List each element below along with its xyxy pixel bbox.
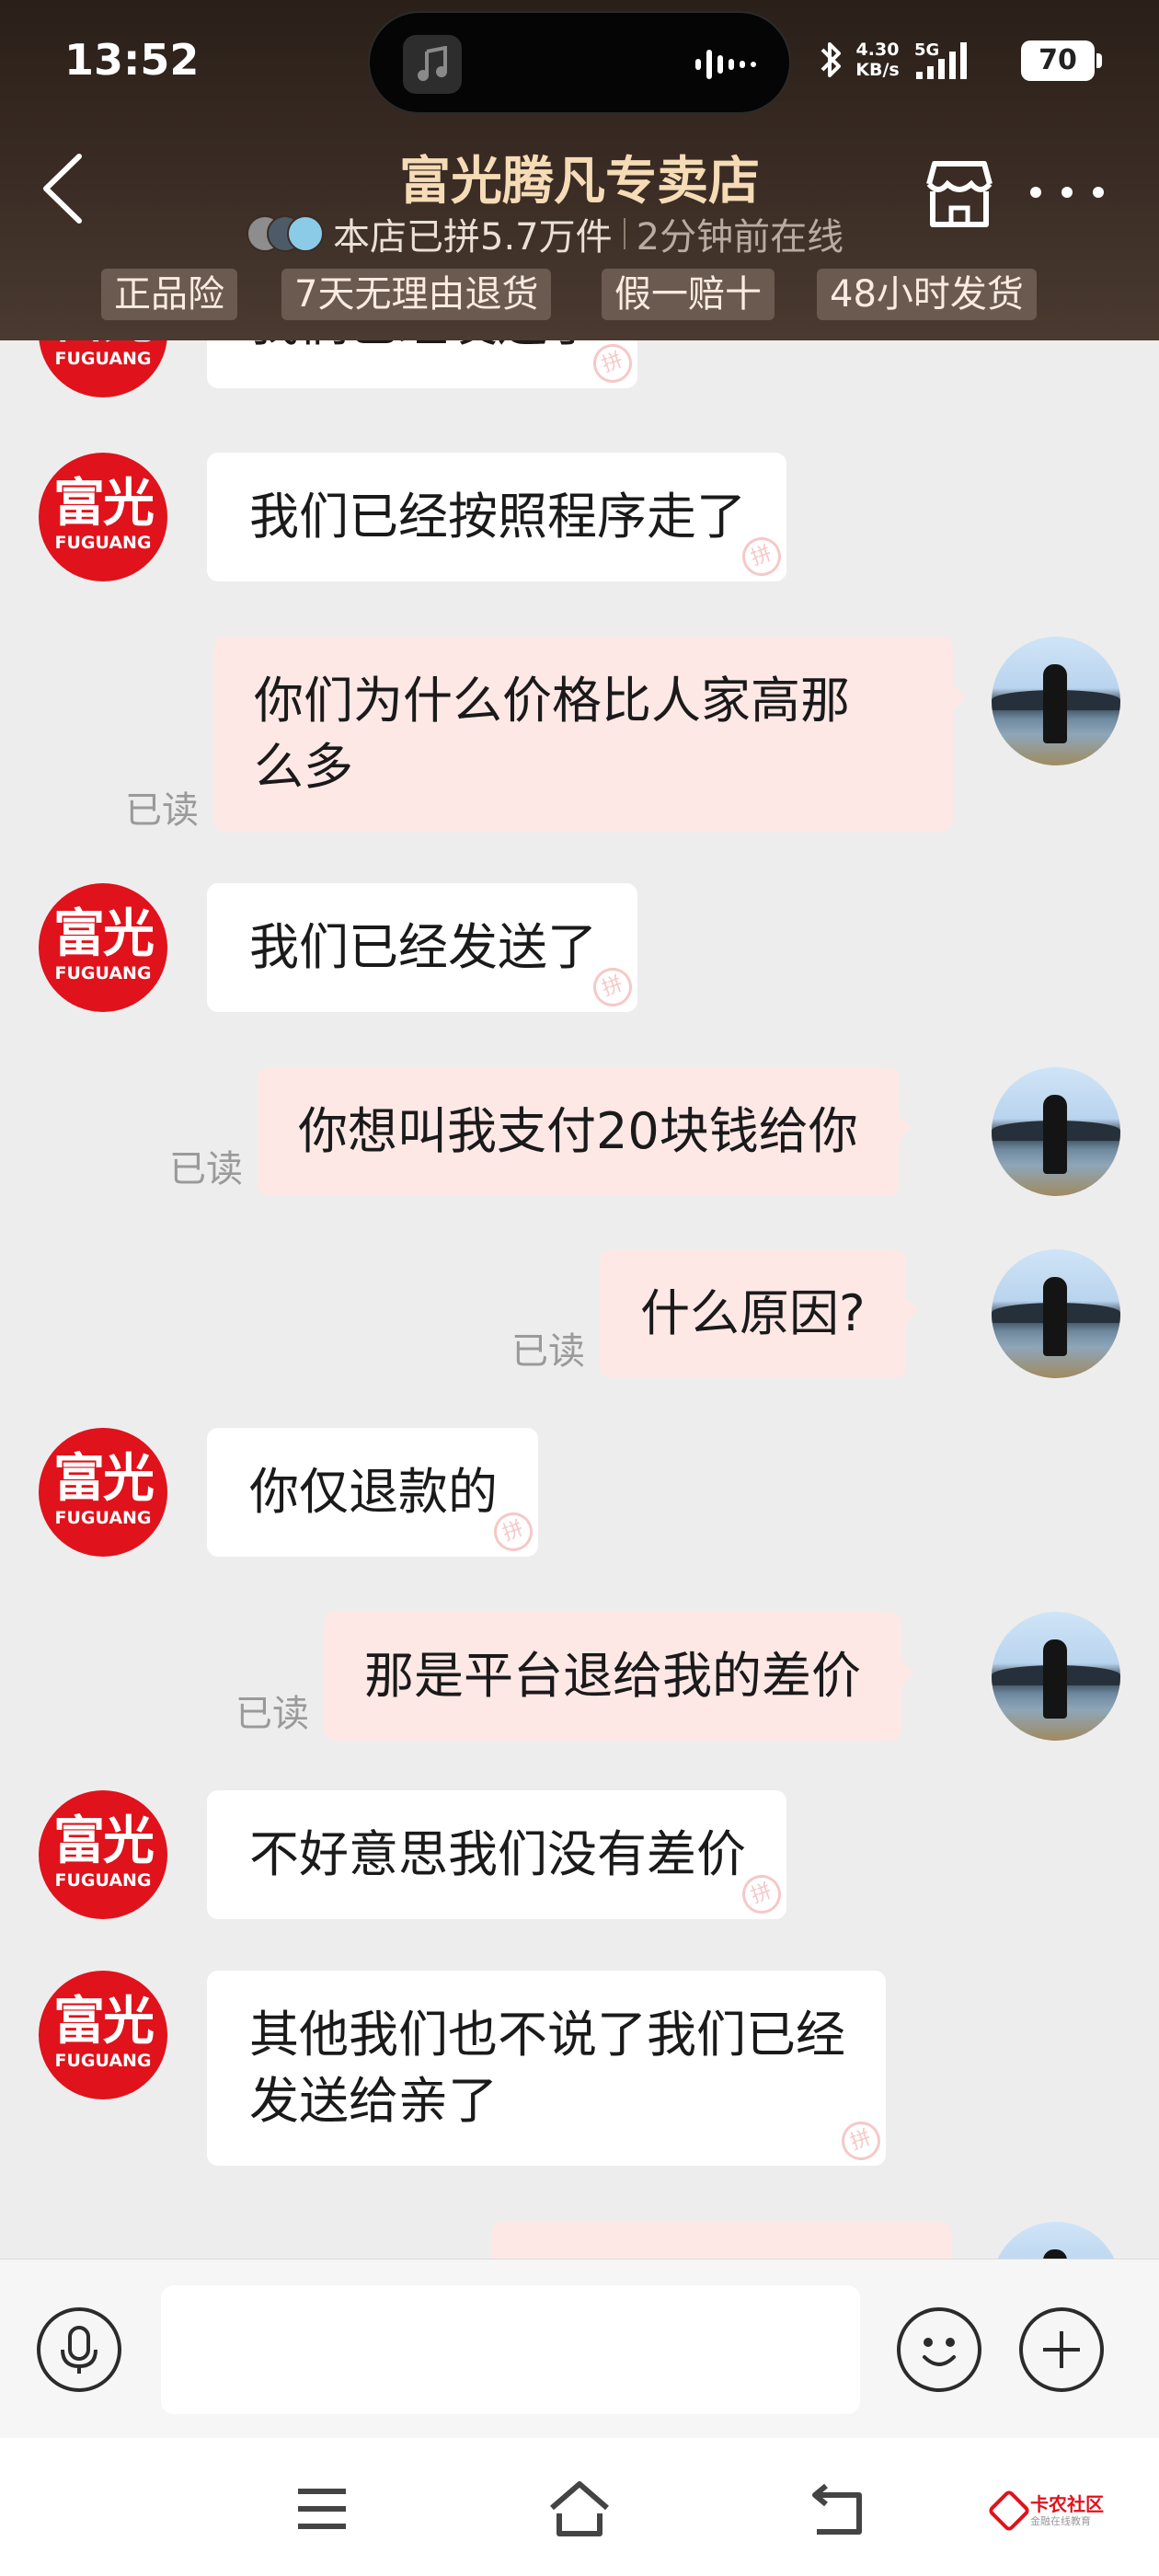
more-options-icon[interactable] <box>1030 184 1131 202</box>
shop-message[interactable]: 不好意思我们没有差价 拼 <box>207 1790 786 1919</box>
divider <box>623 218 625 249</box>
menu-icon <box>298 2489 346 2529</box>
tag-return: 7天无理由退货 <box>281 269 552 320</box>
watermark-subtitle: 金融在线教育 <box>1030 2515 1091 2527</box>
read-receipt: 已读 <box>125 789 199 832</box>
store-icon[interactable] <box>920 156 999 230</box>
message-input[interactable] <box>161 2285 860 2414</box>
avatar <box>287 215 324 252</box>
back-arrow-icon <box>812 2483 862 2535</box>
net-speed-value: 4.30 <box>855 40 900 60</box>
message-text: 我们已经按照程序走了 <box>249 488 746 546</box>
system-nav-bar: 卡农社区 金融在线教育 <box>0 2438 1159 2576</box>
emoji-icon <box>923 2338 956 2366</box>
shop-avatar[interactable]: 富光FUGUANG <box>39 1428 167 1557</box>
shop-message[interactable]: 其他我们也不说了我们已经 发送给亲了 拼 <box>207 1971 886 2166</box>
home-button[interactable] <box>543 2477 616 2541</box>
user-message-partial[interactable] <box>491 2222 951 2259</box>
message-list[interactable]: 富光FUGUANG 我们已经发送了 拼 富光FUGUANG 我们已经按照程序走了… <box>0 340 1159 2259</box>
buyer-avatars <box>247 215 326 252</box>
back-nav-button[interactable] <box>800 2477 874 2541</box>
music-note-icon <box>403 35 462 94</box>
dynamic-island[interactable] <box>368 11 791 114</box>
message-text: 你想叫我支付20块钱给你 <box>298 1102 858 1160</box>
message-text-line: 发送给亲了 <box>249 2072 498 2130</box>
message-text: 我们已经发送了 <box>249 918 597 976</box>
user-avatar[interactable] <box>992 637 1120 765</box>
net-speed-unit: KB/s <box>855 60 900 80</box>
tag-shipping: 48小时发货 <box>817 269 1037 320</box>
message-text: 你仅退款的 <box>249 1463 498 1521</box>
shop-message[interactable]: 我们已经发送了 拼 <box>207 340 637 388</box>
watermark-title: 卡农社区 <box>1030 2493 1104 2515</box>
sales-info: 本店已拼5.7万件 <box>333 216 613 259</box>
user-avatar[interactable] <box>992 1067 1120 1196</box>
status-bar: 13:52 4.30 KB/s 5G 70 <box>0 0 1159 129</box>
message-text: 那是平台退给我的差价 <box>364 1647 861 1705</box>
user-avatar[interactable] <box>992 2222 1120 2259</box>
chat-header: 13:52 4.30 KB/s 5G 70 富光腾凡专卖店 本店已拼5.7万件 … <box>0 0 1159 340</box>
message-text: 不好意思我们没有差价 <box>249 1825 746 1883</box>
status-icons: 4.30 KB/s 5G 70 <box>819 37 1102 92</box>
user-message[interactable]: 你们为什么价格比人家高那 么多 <box>213 637 966 832</box>
message-text-line: 其他我们也不说了我们已经 <box>249 2006 845 2064</box>
battery-indicator: 70 <box>1021 40 1102 81</box>
message-text-line: 你们为什么价格比人家高那 <box>254 672 850 730</box>
tag-compensation: 假一赔十 <box>602 269 775 320</box>
signal-icon: 5G <box>914 37 973 83</box>
user-avatar[interactable] <box>992 1612 1120 1741</box>
nav-bar: 富光腾凡专卖店 本店已拼5.7万件 2分钟前在线 <box>0 129 1159 267</box>
audio-wave-icon <box>695 48 756 85</box>
read-receipt: 已读 <box>511 1330 585 1373</box>
home-icon <box>550 2481 609 2536</box>
read-receipt: 已读 <box>169 1148 243 1190</box>
status-time: 13:52 <box>64 35 200 85</box>
shop-avatar[interactable]: 富光FUGUANG <box>39 340 167 397</box>
shop-avatar[interactable]: 富光FUGUANG <box>39 883 167 1012</box>
user-message[interactable]: 那是平台退给我的差价 <box>324 1612 914 1741</box>
bluetooth-icon <box>819 39 844 85</box>
shop-avatar[interactable]: 富光FUGUANG <box>39 453 167 581</box>
input-bar <box>0 2259 1159 2438</box>
plus-icon <box>1043 2331 1080 2368</box>
menu-button[interactable] <box>285 2477 359 2541</box>
user-message[interactable]: 什么原因? <box>600 1249 919 1378</box>
user-avatar[interactable] <box>992 1249 1120 1378</box>
message-text-line: 么多 <box>254 738 353 796</box>
message-text: 什么原因? <box>640 1284 866 1342</box>
shop-message[interactable]: 你仅退款的 拼 <box>207 1428 538 1557</box>
user-message[interactable]: 你想叫我支付20块钱给你 <box>258 1067 912 1196</box>
plus-button[interactable] <box>1019 2307 1104 2392</box>
community-logo-icon <box>986 2488 1032 2534</box>
emoji-button[interactable] <box>897 2307 981 2392</box>
shop-message[interactable]: 我们已经按照程序走了 拼 <box>207 453 786 581</box>
voice-button[interactable] <box>37 2307 121 2392</box>
read-receipt: 已读 <box>235 1693 309 1735</box>
microphone-icon <box>61 2326 98 2374</box>
shop-message[interactable]: 我们已经发送了 拼 <box>207 883 637 1012</box>
shop-avatar[interactable]: 富光FUGUANG <box>39 1790 167 1919</box>
community-watermark: 卡农社区 金融在线教育 <box>986 2488 1131 2536</box>
message-text: 我们已经发送了 <box>249 340 597 352</box>
tag-authentic: 正品险 <box>101 269 237 320</box>
online-status: 2分钟前在线 <box>636 216 844 259</box>
store-subinfo: 本店已拼5.7万件 2分钟前在线 <box>247 208 843 259</box>
shop-avatar[interactable]: 富光FUGUANG <box>39 1971 167 2099</box>
